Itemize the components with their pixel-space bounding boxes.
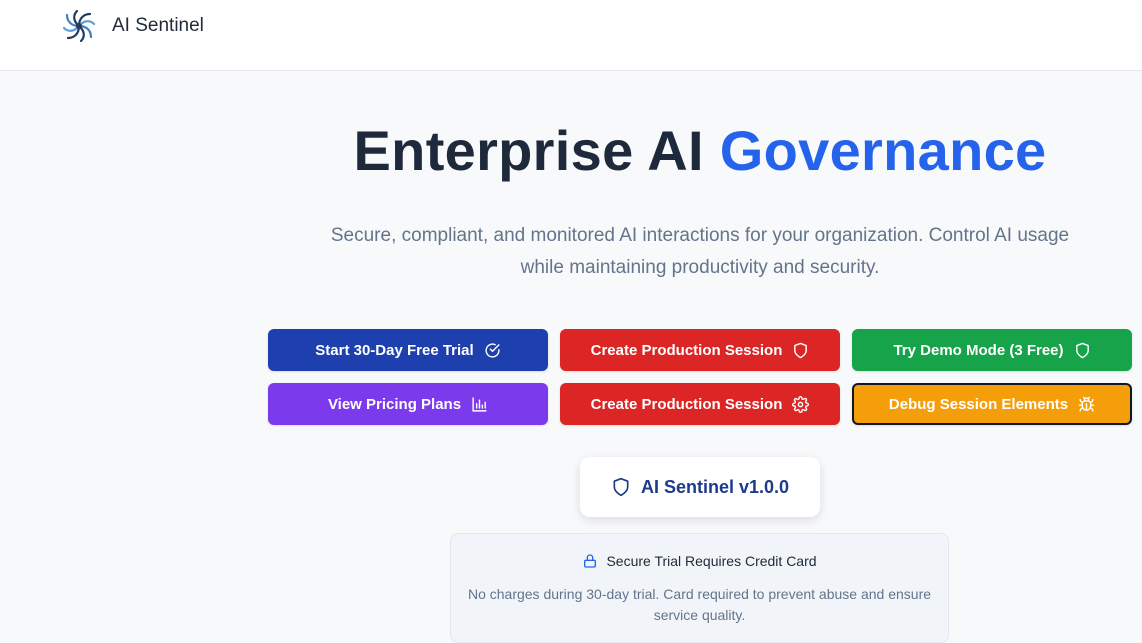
lock-icon <box>584 554 597 568</box>
bar-chart-icon <box>472 396 487 412</box>
brand-name[interactable]: AI Sentinel <box>112 15 204 37</box>
gear-icon <box>792 395 810 413</box>
view-pricing-plans-label: View Pricing Plans <box>327 395 462 413</box>
trial-notice-heading: Secure Trial Requires Credit Card <box>451 553 948 569</box>
trial-notice-title: Secure Trial Requires Credit Card <box>606 553 817 569</box>
create-production-session-label-2: Create Production Session <box>590 395 783 413</box>
create-production-session-label: Create Production Session <box>590 341 783 359</box>
check-circle-icon <box>485 342 500 358</box>
trial-notice-text: No charges during 30-day trial. Card req… <box>467 586 932 623</box>
view-pricing-plans-button[interactable]: View Pricing Plans <box>268 383 548 425</box>
aperture-swirl-icon[interactable] <box>59 6 99 46</box>
trial-notice-card: Secure Trial Requires Credit Card No cha… <box>450 533 949 643</box>
create-production-session-button-2[interactable]: Create Production Session <box>560 383 840 425</box>
hero-title-main: Enterprise AI <box>353 119 720 182</box>
hero-subtitle: Secure, compliant, and monitored AI inte… <box>330 225 1070 278</box>
bug-icon <box>1078 396 1095 412</box>
shield-icon <box>794 342 808 358</box>
hero-title-accent: Governance <box>719 119 1047 182</box>
version-label: AI Sentinel v1.0.0 <box>640 476 790 497</box>
hero-title: Enterprise AI Governance <box>0 118 1142 183</box>
top-navbar: AI Sentinel <box>0 0 1142 71</box>
create-production-session-button[interactable]: Create Production Session <box>560 329 840 371</box>
debug-session-elements-button[interactable]: Debug Session Elements <box>852 383 1132 425</box>
start-free-trial-button[interactable]: Start 30-Day Free Trial <box>268 329 548 371</box>
start-free-trial-label: Start 30-Day Free Trial <box>315 341 474 359</box>
try-demo-mode-label: Try Demo Mode (3 Free) <box>893 341 1064 359</box>
try-demo-mode-button[interactable]: Try Demo Mode (3 Free) <box>852 329 1132 371</box>
debug-session-elements-label: Debug Session Elements <box>888 395 1069 413</box>
version-badge: AI Sentinel v1.0.0 <box>580 457 820 517</box>
shield-icon <box>1075 342 1089 358</box>
shield-icon <box>613 477 629 497</box>
